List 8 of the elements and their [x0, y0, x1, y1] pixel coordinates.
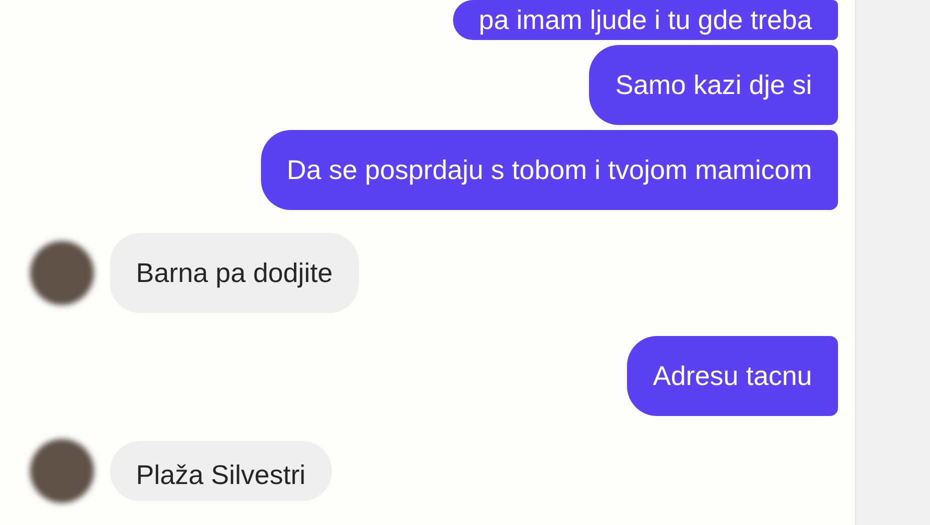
sent-message: Da se posprdaju s tobom i tvojom mamicom	[260, 130, 838, 210]
avatar-placeholder	[30, 241, 94, 305]
received-message: Barna pa dodjite	[110, 233, 359, 313]
sent-message: Samo kazi dje si	[589, 45, 838, 125]
sent-message: pa imam ljude i tu gde treba	[452, 0, 838, 40]
received-message: Plaža Silvestri	[110, 441, 332, 501]
avatar-placeholder	[30, 439, 94, 503]
sent-message: Adresu tacnu	[626, 336, 838, 416]
